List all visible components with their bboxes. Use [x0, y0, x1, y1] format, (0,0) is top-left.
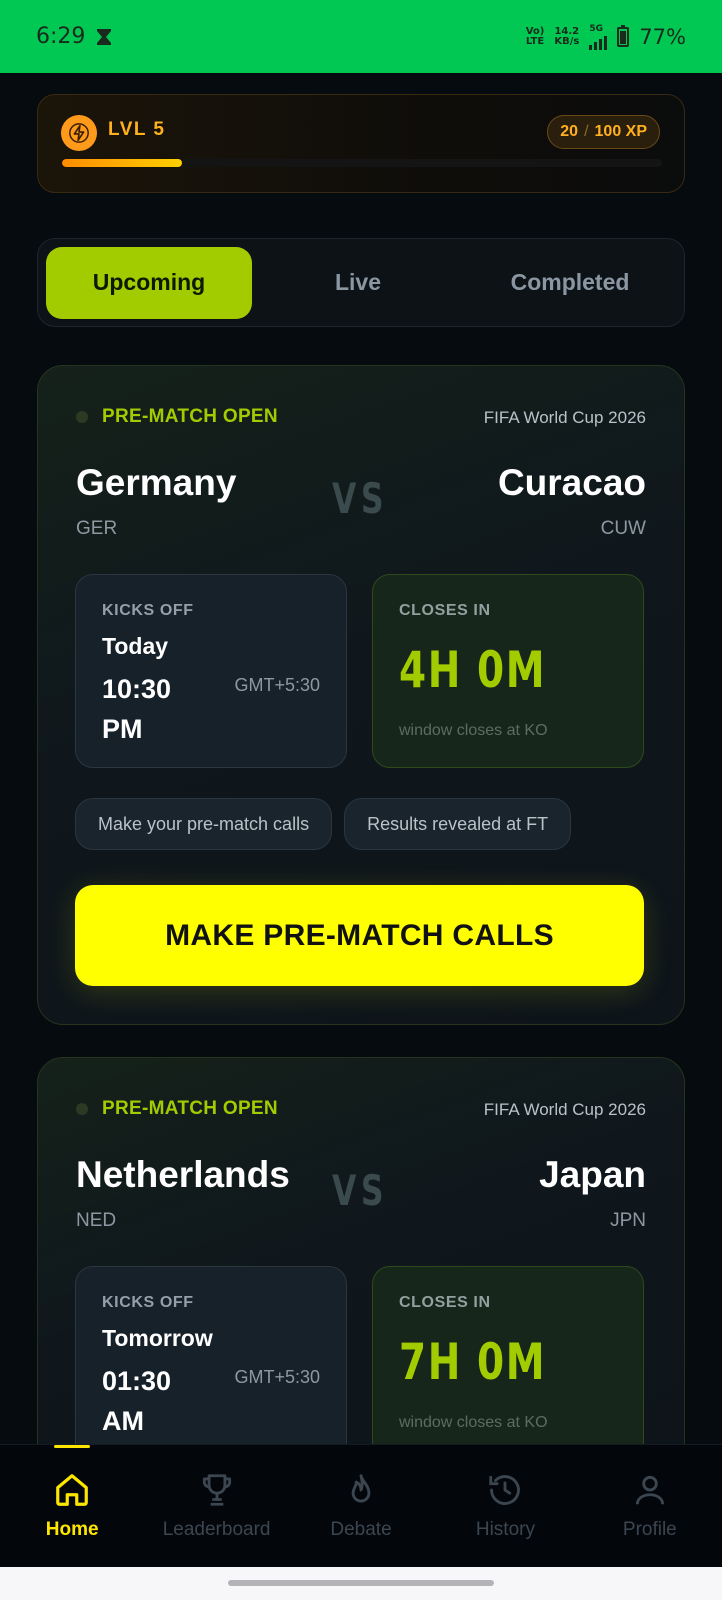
- closes-label: CLOSES IN: [399, 602, 491, 619]
- away-team: Curacao CUW: [498, 462, 646, 540]
- home-team-name: Germany: [76, 462, 237, 503]
- kickoff-label: KICKS OFF: [102, 1294, 194, 1311]
- nav-profile[interactable]: Profile: [578, 1445, 722, 1567]
- level-label: LVL 5: [108, 119, 166, 140]
- away-team-code: CUW: [600, 518, 646, 539]
- kickoff-box: KICKS OFF Tomorrow 01:30 AM GMT+5:30: [75, 1266, 347, 1460]
- nav-home[interactable]: Home: [0, 1445, 144, 1567]
- close-note: window closes at KO: [399, 722, 548, 739]
- nav-leaderboard[interactable]: Leaderboard: [144, 1445, 288, 1567]
- home-team-code: NED: [76, 1210, 117, 1231]
- info-chip: Results revealed at FT: [344, 798, 572, 850]
- closes-box: CLOSES IN 4H 0M window closes at KO: [372, 574, 644, 768]
- closes-box: CLOSES IN 7H 0M window closes at KO: [372, 1266, 644, 1460]
- match-status: PRE-MATCH OPEN: [102, 406, 278, 427]
- battery-percent: 77%: [639, 24, 686, 49]
- gesture-handle[interactable]: [228, 1580, 494, 1586]
- closes-label: CLOSES IN: [399, 1294, 491, 1311]
- status-time: 6:29: [36, 24, 86, 49]
- close-note: window closes at KO: [399, 1414, 548, 1431]
- home-icon: [56, 1474, 89, 1506]
- status-bar: 6:29 Vo) LTE 14.2 KB/s 5G 77%: [0, 0, 722, 73]
- away-team-name: Curacao: [497, 462, 646, 503]
- info-chip: Make your pre-match calls: [75, 798, 333, 850]
- match-card[interactable]: PRE-MATCH OPEN FIFA World Cup 2026 Nethe…: [37, 1057, 685, 1477]
- lightning-icon: [61, 115, 97, 151]
- kickoff-day: Today: [102, 633, 169, 659]
- xp-separator: /: [584, 123, 589, 140]
- nav-label: Leaderboard: [162, 1519, 271, 1540]
- match-card[interactable]: PRE-MATCH OPEN FIFA World Cup 2026 Germa…: [37, 365, 685, 1025]
- vs-label: VS: [332, 474, 389, 523]
- home-team-code: GER: [76, 518, 118, 539]
- kickoff-timezone: GMT+5:30: [234, 1367, 320, 1387]
- profile-icon: [635, 1475, 664, 1505]
- xp-progress-fill: [62, 159, 182, 167]
- home-team-name: Netherlands: [76, 1154, 290, 1195]
- xp-badge: 20 / 100 XP: [547, 115, 660, 149]
- tab-live[interactable]: Live: [252, 247, 464, 319]
- xp-current: 20: [560, 123, 579, 140]
- kickoff-time: 01:30 AM: [102, 1366, 172, 1436]
- away-team-name: Japan: [539, 1154, 646, 1195]
- signal-icon: 5G: [589, 24, 608, 50]
- flame-icon: [351, 1474, 371, 1503]
- bottom-nav: Home Leaderboard Debate History Profile: [0, 1444, 722, 1567]
- nav-label: History: [475, 1519, 535, 1540]
- match-status: PRE-MATCH OPEN: [102, 1098, 278, 1119]
- volte-indicator: Vo) LTE: [525, 25, 545, 47]
- history-icon: [489, 1475, 521, 1505]
- kickoff-timezone: GMT+5:30: [234, 675, 320, 695]
- kickoff-label: KICKS OFF: [102, 602, 194, 619]
- kickoff-box: KICKS OFF Today 10:30 PM GMT+5:30: [75, 574, 347, 768]
- xp-total: 100 XP: [594, 123, 647, 140]
- tournament-name: FIFA World Cup 2026: [483, 1100, 646, 1119]
- home-team: Netherlands NED: [76, 1154, 290, 1232]
- level-card: LVL 5 20 / 100 XP: [37, 94, 685, 193]
- tournament-name: FIFA World Cup 2026: [483, 408, 646, 427]
- away-team: Japan JPN: [539, 1154, 646, 1232]
- kickoff-day: Tomorrow: [102, 1325, 213, 1351]
- nav-label: Home: [45, 1519, 99, 1540]
- kickoff-time: 10:30 PM: [102, 674, 172, 744]
- home-team: Germany GER: [76, 462, 236, 540]
- system-gesture-area: [0, 1567, 722, 1600]
- hourglass-icon: [97, 28, 112, 45]
- match-tabs: Upcoming Live Completed: [37, 238, 685, 327]
- battery-icon: [617, 24, 630, 47]
- active-indicator: [54, 1445, 91, 1448]
- nav-label: Debate: [330, 1519, 392, 1540]
- tab-completed[interactable]: Completed: [464, 247, 676, 319]
- countdown-timer: 4H 0M: [399, 641, 547, 699]
- status-dot: [76, 1103, 88, 1115]
- vs-label: VS: [332, 1166, 389, 1215]
- make-pre-match-calls-button[interactable]: MAKE PRE-MATCH CALLS: [75, 885, 644, 986]
- countdown-timer: 7H 0M: [399, 1333, 547, 1391]
- network-speed: 14.2 KB/s: [554, 25, 580, 47]
- xp-progress-bar: [62, 159, 662, 167]
- tab-upcoming[interactable]: Upcoming: [46, 246, 252, 319]
- nav-debate[interactable]: Debate: [289, 1445, 433, 1567]
- trophy-icon: [202, 1474, 231, 1506]
- away-team-code: JPN: [610, 1210, 646, 1231]
- nav-history[interactable]: History: [433, 1445, 577, 1567]
- nav-label: Profile: [622, 1519, 677, 1540]
- status-dot: [76, 411, 88, 423]
